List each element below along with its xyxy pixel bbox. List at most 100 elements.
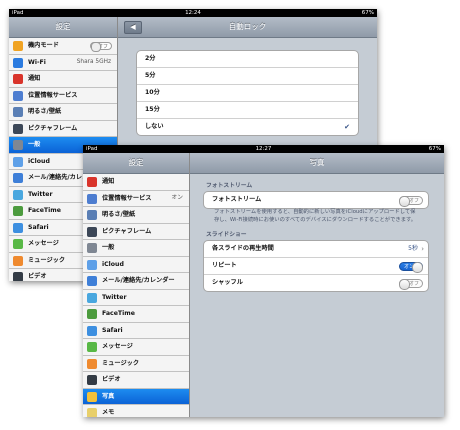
repeat-row[interactable]: リピート オン <box>204 258 428 275</box>
toggle-knob <box>412 261 423 273</box>
slideshow-group: 各スライドの再生時間 5秒 › リピート オン シャッフル オフ <box>203 240 429 292</box>
location-icon <box>87 193 97 204</box>
picture-frame-icon <box>13 123 23 134</box>
airplane-mode-toggle[interactable]: オフ <box>90 41 112 52</box>
battery-level: 67% <box>428 146 441 152</box>
sidebar-item-label: iCloud <box>102 260 124 268</box>
facetime-icon <box>13 206 23 216</box>
photostream-section-header: フォトストリーム <box>206 183 253 189</box>
sidebar-item-label: 一般 <box>102 244 115 251</box>
sidebar-item-label: 機内モード <box>28 42 59 49</box>
notification-icon <box>87 177 97 187</box>
auto-lock-option-label: 10分 <box>145 89 160 96</box>
shuffle-row[interactable]: シャッフル オフ <box>204 275 428 291</box>
sidebar-item-value: オン <box>171 194 183 201</box>
sidebar-item[interactable]: 明るさ/壁紙 <box>9 104 117 121</box>
sidebar-item-label: 写真 <box>102 392 115 400</box>
picture-frame-icon <box>87 226 97 237</box>
toggle-knob <box>399 195 410 207</box>
repeat-toggle[interactable]: オン <box>399 261 423 273</box>
auto-lock-option-label: 15分 <box>145 106 160 113</box>
sidebar-item[interactable]: 機内モード オフ <box>9 38 117 55</box>
photos-screenshot: iPad 12:27 67% 設定 通知 位置情報サービス オン 明るさ/壁紙 ピクチャ… <box>83 145 444 417</box>
sidebar-item-label: ミュージック <box>28 256 66 264</box>
sidebar-item-label: FaceTime <box>102 310 135 317</box>
sidebar-item[interactable]: メール/連絡先/カレンダー <box>83 273 189 290</box>
sidebar-item[interactable]: 位置情報サービス オン <box>83 190 189 207</box>
sidebar-item[interactable]: Twitter <box>83 289 189 306</box>
messages-icon <box>87 342 97 352</box>
sidebar-item[interactable]: FaceTime <box>83 306 189 323</box>
sidebar-item[interactable]: 通知 <box>9 71 117 88</box>
sidebar-item[interactable]: ピクチャフレーム <box>83 223 189 240</box>
sidebar-item[interactable]: 通知 <box>83 174 189 191</box>
sidebar-item[interactable]: Wi-Fi Shara 5GHz <box>9 54 117 71</box>
chevron-right-icon: › <box>421 245 424 253</box>
sidebar-item[interactable]: ビデオ <box>83 372 189 389</box>
auto-lock-option[interactable]: 15分 <box>137 102 358 119</box>
sidebar-item-label: Safari <box>102 326 123 334</box>
sidebar-item-label: メモ <box>102 409 115 416</box>
sidebar-item[interactable]: 写真 <box>83 388 189 405</box>
sidebar-title: 設定 <box>83 153 189 174</box>
nav-bar: 写真 <box>190 153 444 174</box>
sidebar-item-label: 位置情報サービス <box>102 194 152 202</box>
auto-lock-option-label: しない <box>145 123 164 130</box>
sidebar-item-label: ミュージック <box>102 359 140 367</box>
location-icon <box>13 90 23 101</box>
video-icon <box>87 375 97 385</box>
sidebar-item[interactable]: 位置情報サービス <box>9 87 117 104</box>
sidebar-item[interactable]: iCloud <box>83 256 189 273</box>
back-button[interactable]: ◀ <box>124 21 142 34</box>
sidebar-item[interactable]: メッセージ <box>83 339 189 356</box>
slide-duration-value: 5秒 <box>408 245 418 252</box>
auto-lock-option[interactable]: 10分 <box>137 85 358 102</box>
sidebar-item[interactable]: Safari <box>83 322 189 339</box>
photos-icon <box>87 391 97 402</box>
music-icon <box>13 255 23 266</box>
status-bar: iPad 12:27 67% <box>83 145 444 153</box>
sidebar-item[interactable]: ピクチャフレーム <box>9 120 117 137</box>
video-icon <box>13 272 23 281</box>
sidebar-item-label: ビデオ <box>28 273 47 280</box>
status-time: 12:27 <box>255 146 272 152</box>
notification-icon <box>13 74 23 84</box>
photostream-row[interactable]: フォトストリーム オフ <box>204 192 428 208</box>
repeat-label: リピート <box>212 262 237 269</box>
twitter-icon <box>13 189 23 200</box>
sidebar-item[interactable]: 一般 <box>83 240 189 257</box>
sidebar-item-label: メッセージ <box>28 240 59 247</box>
page-title: 自動ロック <box>228 22 267 31</box>
sidebar-item-label: 明るさ/壁紙 <box>102 211 136 218</box>
sidebar-item-label: 通知 <box>28 75 41 82</box>
slideshow-section-header: スライドショー <box>206 232 247 238</box>
airplane-icon <box>13 41 23 51</box>
sidebar-item[interactable]: 明るさ/壁紙 <box>83 207 189 224</box>
battery-level: 67% <box>361 10 374 16</box>
shuffle-toggle[interactable]: オフ <box>399 278 423 290</box>
photostream-toggle[interactable]: オフ <box>399 195 423 207</box>
sidebar-item-label: メッセージ <box>102 343 133 350</box>
sidebar-item-label: 通知 <box>102 178 115 185</box>
sidebar-item[interactable]: メモ <box>83 405 189 417</box>
auto-lock-option[interactable]: 2分 <box>137 51 358 68</box>
gear-icon <box>13 140 23 150</box>
shuffle-label: シャッフル <box>212 279 243 286</box>
brightness-icon <box>13 107 23 117</box>
safari-icon <box>13 222 23 233</box>
auto-lock-options: 2分 5分 10分 15分しない ✔ <box>136 50 359 136</box>
sidebar-item-label: Twitter <box>102 293 127 301</box>
auto-lock-option[interactable]: 5分 <box>137 68 358 85</box>
sidebar-item[interactable]: ミュージック <box>83 355 189 372</box>
safari-icon <box>87 325 97 336</box>
back-arrow-icon: ◀ <box>130 23 136 31</box>
sidebar-item-label: 位置情報サービス <box>28 91 78 99</box>
slide-duration-row[interactable]: 各スライドの再生時間 5秒 › <box>204 241 428 258</box>
auto-lock-option[interactable]: しない ✔ <box>137 119 358 135</box>
photostream-group: フォトストリーム オフ <box>203 191 429 209</box>
sidebar-item-label: ピクチャフレーム <box>28 124 78 132</box>
sidebar-item-label: 明るさ/壁紙 <box>28 108 62 115</box>
auto-lock-option-label: 5分 <box>145 72 156 79</box>
photostream-toggle-text: オフ <box>408 197 419 204</box>
sidebar-item-label: ピクチャフレーム <box>102 227 152 235</box>
